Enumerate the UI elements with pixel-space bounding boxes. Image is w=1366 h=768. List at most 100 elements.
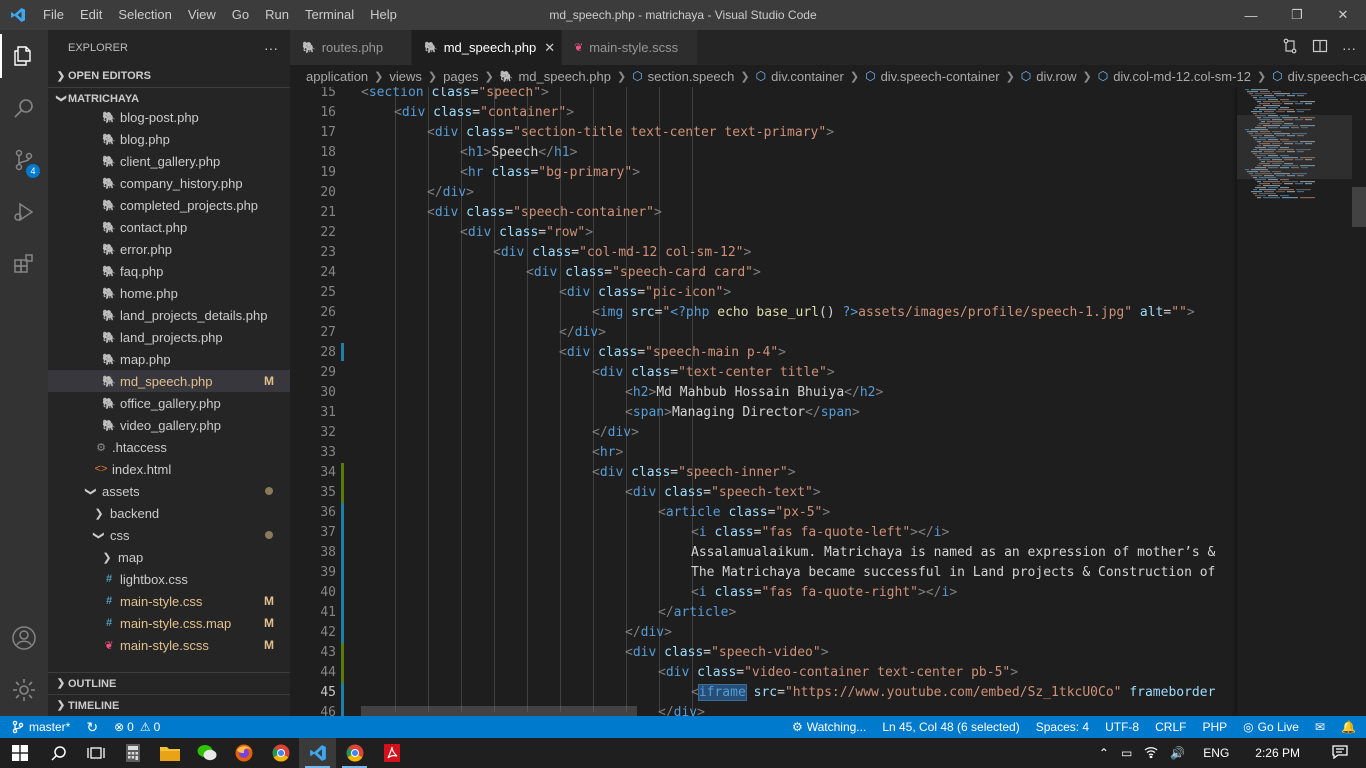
- code-line[interactable]: <hr>: [361, 443, 1237, 463]
- code-line[interactable]: <i class="fas fa-quote-right"></i>: [361, 583, 1237, 603]
- input-language[interactable]: ENG: [1191, 746, 1241, 760]
- file-explorer-icon[interactable]: [151, 738, 188, 768]
- menu-terminal[interactable]: Terminal: [297, 0, 362, 30]
- vertical-scrollbar[interactable]: [1352, 87, 1366, 716]
- code-line[interactable]: <div class="section-title text-center te…: [361, 123, 1237, 143]
- close-icon[interactable]: ✕: [1320, 0, 1366, 30]
- code-line[interactable]: <div class="row">: [361, 223, 1237, 243]
- compare-changes-icon[interactable]: [1282, 38, 1298, 57]
- tree-item[interactable]: <> index.html: [48, 458, 290, 480]
- sync-icon[interactable]: ↻: [78, 716, 106, 738]
- menu-selection[interactable]: Selection: [110, 0, 179, 30]
- tree-item[interactable]: ❯ css: [48, 524, 290, 546]
- search-icon[interactable]: [0, 82, 48, 134]
- breadcrumb-item[interactable]: div.container: [771, 69, 844, 84]
- notifications-icon[interactable]: 🔔: [1333, 716, 1366, 738]
- code-line[interactable]: </article>: [361, 603, 1237, 623]
- code-line[interactable]: <i class="fas fa-quote-left"></i>: [361, 523, 1237, 543]
- tree-item[interactable]: 🐘 video_gallery.php: [48, 414, 290, 436]
- breadcrumb-item[interactable]: views: [389, 69, 422, 84]
- tree-item[interactable]: 🐘 client_gallery.php: [48, 150, 290, 172]
- breadcrumb-item[interactable]: md_speech.php: [518, 69, 611, 84]
- code-line[interactable]: <div class="container">: [361, 103, 1237, 123]
- tree-item[interactable]: # main-style.css M: [48, 590, 290, 612]
- tree-item[interactable]: ❯ map: [48, 546, 290, 568]
- code-line[interactable]: <div class="speech-inner">: [361, 463, 1237, 483]
- tree-item[interactable]: 🐘 land_projects.php: [48, 326, 290, 348]
- split-editor-icon[interactable]: [1312, 38, 1328, 57]
- tree-item[interactable]: ❦ main-style.scss M: [48, 634, 290, 656]
- tree-item[interactable]: ❯ assets: [48, 480, 290, 502]
- breadcrumb-item[interactable]: pages: [443, 69, 478, 84]
- tree-item[interactable]: 🐘 office_gallery.php: [48, 392, 290, 414]
- breadcrumb-item[interactable]: div.speech-container: [881, 69, 1000, 84]
- code-line[interactable]: <div class="text-center title">: [361, 363, 1237, 383]
- vscode-taskbar-icon[interactable]: [299, 738, 336, 768]
- source-control-icon[interactable]: 4: [0, 134, 48, 186]
- breadcrumb-item[interactable]: div.speech-card: [1288, 69, 1366, 84]
- menu-edit[interactable]: Edit: [72, 0, 110, 30]
- code-line[interactable]: <iframe src="https://www.youtube.com/emb…: [361, 683, 1237, 703]
- tree-item[interactable]: 🐘 contact.php: [48, 216, 290, 238]
- menu-go[interactable]: Go: [224, 0, 257, 30]
- menu-run[interactable]: Run: [257, 0, 297, 30]
- code-line[interactable]: </div>: [361, 323, 1237, 343]
- code-line[interactable]: The Matrichaya became successful in Land…: [361, 563, 1237, 583]
- battery-icon[interactable]: ▭: [1115, 746, 1138, 760]
- calculator-icon[interactable]: [114, 738, 151, 768]
- breadcrumb-item[interactable]: div.col-md-12.col-sm-12: [1113, 69, 1251, 84]
- accounts-icon[interactable]: [0, 612, 48, 664]
- code-editor[interactable]: 15 16 17 18 19 20 21 22 23 24 25 26 27 28 29 30 31 32 33 34…: [290, 87, 1366, 716]
- open-editors-section[interactable]: ❯ OPEN EDITORS: [48, 65, 290, 87]
- tree-item[interactable]: 🐘 company_history.php: [48, 172, 290, 194]
- breadcrumb-item[interactable]: application: [306, 69, 368, 84]
- action-center-icon[interactable]: [1314, 744, 1366, 762]
- indentation[interactable]: Spaces: 4: [1028, 716, 1097, 738]
- more-actions-icon[interactable]: ···: [264, 40, 278, 56]
- tree-item[interactable]: 🐘 land_projects_details.php: [48, 304, 290, 326]
- code-line[interactable]: <div class="speech-video">: [361, 643, 1237, 663]
- chrome-icon[interactable]: [262, 738, 299, 768]
- code-line[interactable]: </div>: [361, 623, 1237, 643]
- horizontal-scrollbar[interactable]: [361, 706, 637, 716]
- chevron-up-icon[interactable]: ⌃: [1093, 746, 1115, 760]
- code-line[interactable]: <section class="speech">: [361, 87, 1237, 103]
- feedback-icon[interactable]: ✉: [1307, 716, 1333, 738]
- timeline-section[interactable]: ❯ TIMELINE: [48, 694, 290, 716]
- go-live-button[interactable]: ◎ Go Live: [1235, 716, 1307, 738]
- code-line[interactable]: <h1>Speech</h1>: [361, 143, 1237, 163]
- code-line[interactable]: </div>: [361, 423, 1237, 443]
- code-line[interactable]: <span>Managing Director</span>: [361, 403, 1237, 423]
- chrome-window-icon[interactable]: [336, 738, 373, 768]
- watching-indicator[interactable]: ⚙ Watching...: [784, 716, 874, 738]
- run-debug-icon[interactable]: [0, 186, 48, 238]
- explorer-icon[interactable]: [0, 30, 48, 82]
- wechat-icon[interactable]: [188, 738, 225, 768]
- code-line[interactable]: <div class="speech-container">: [361, 203, 1237, 223]
- acrobat-icon[interactable]: [373, 738, 410, 768]
- more-actions-icon[interactable]: ···: [1342, 40, 1356, 56]
- code-line[interactable]: <div class="pic-icon">: [361, 283, 1237, 303]
- breadcrumb-item[interactable]: div.row: [1036, 69, 1076, 84]
- code-content[interactable]: <section class="speech"> <div class="cont…: [361, 87, 1237, 716]
- editor-tab[interactable]: ❦ main-style.scss: [562, 30, 698, 65]
- settings-gear-icon[interactable]: [0, 664, 48, 716]
- menu-file[interactable]: File: [35, 0, 72, 30]
- tree-item[interactable]: ❯ backend: [48, 502, 290, 524]
- restore-icon[interactable]: ❐: [1274, 0, 1320, 30]
- encoding[interactable]: UTF-8: [1097, 716, 1147, 738]
- code-line[interactable]: <div class="speech-main p-4">: [361, 343, 1237, 363]
- menu-help[interactable]: Help: [362, 0, 405, 30]
- windows-start-icon[interactable]: [0, 738, 40, 768]
- code-line[interactable]: <img src="<?php echo base_url() ?>assets…: [361, 303, 1237, 323]
- minimap[interactable]: [1237, 87, 1353, 716]
- code-line[interactable]: <h2>Md Mahbub Hossain Bhuiya</h2>: [361, 383, 1237, 403]
- close-tab-icon[interactable]: ✕: [544, 40, 555, 56]
- tree-item[interactable]: 🐘 blog.php: [48, 128, 290, 150]
- editor-tab[interactable]: 🐘 md_speech.php ✕: [412, 30, 562, 65]
- problems-indicator[interactable]: ⊗ 0 ⚠ 0: [106, 716, 168, 738]
- tree-item[interactable]: ⚙ .htaccess: [48, 436, 290, 458]
- tree-item[interactable]: # lightbox.css: [48, 568, 290, 590]
- menu-view[interactable]: View: [180, 0, 224, 30]
- code-line[interactable]: </div>: [361, 183, 1237, 203]
